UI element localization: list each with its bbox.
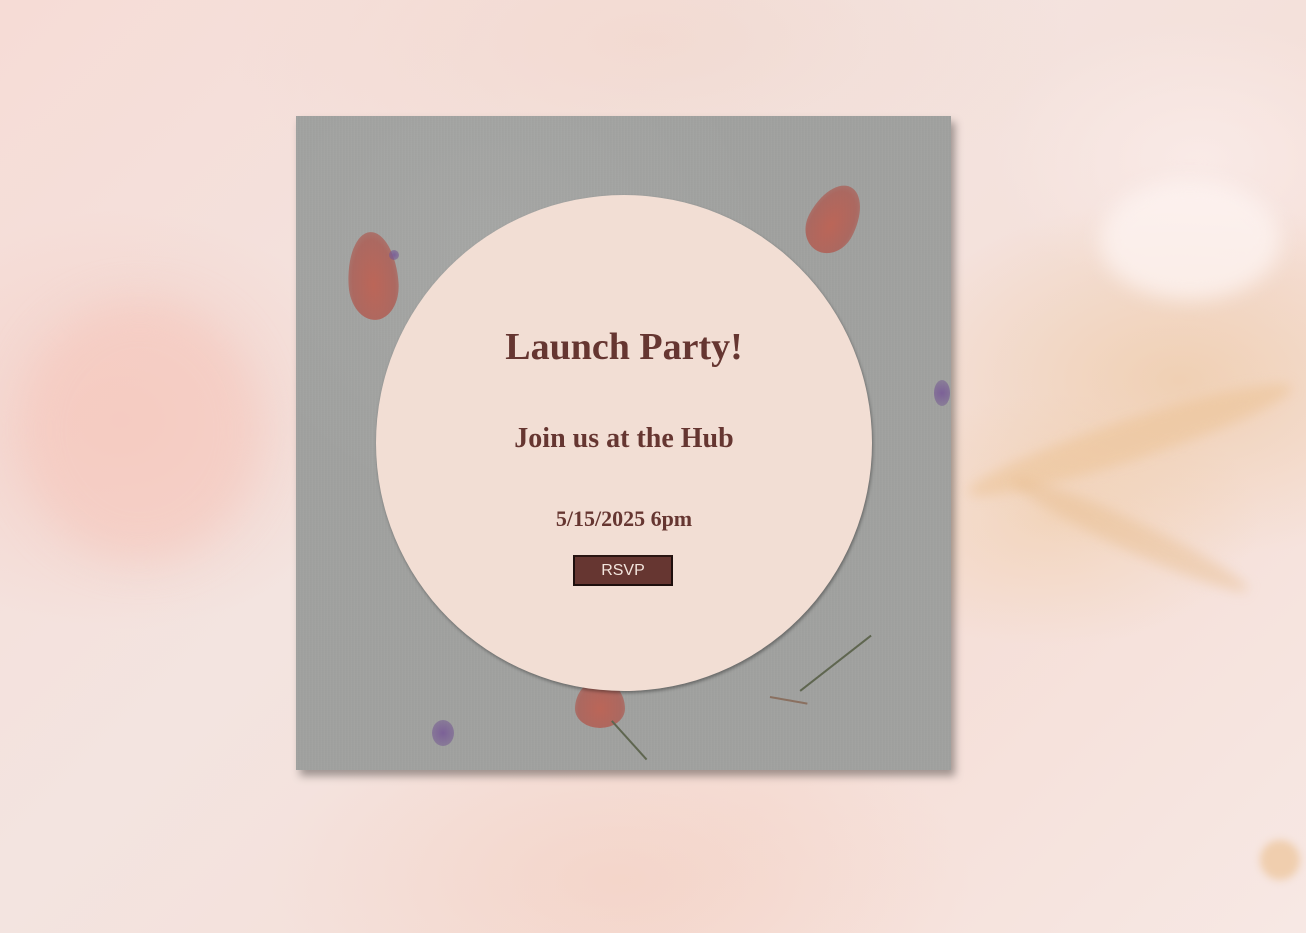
violet-decoration: [432, 720, 454, 746]
background-marble-vein: [1100, 180, 1280, 300]
background-marble-vein: [1005, 466, 1255, 604]
event-subtitle: Join us at the Hub: [514, 423, 734, 454]
event-datetime: 5/15/2025 6pm: [555, 506, 693, 531]
background-marble-vein: [20, 300, 260, 560]
event-title: Launch Party!: [505, 326, 743, 368]
violet-decoration: [389, 250, 399, 260]
background-marble-vein: [1260, 840, 1300, 880]
violet-decoration: [934, 380, 950, 406]
background-marble-vein: [962, 368, 1298, 512]
rsvp-button[interactable]: RSVP: [573, 555, 673, 586]
